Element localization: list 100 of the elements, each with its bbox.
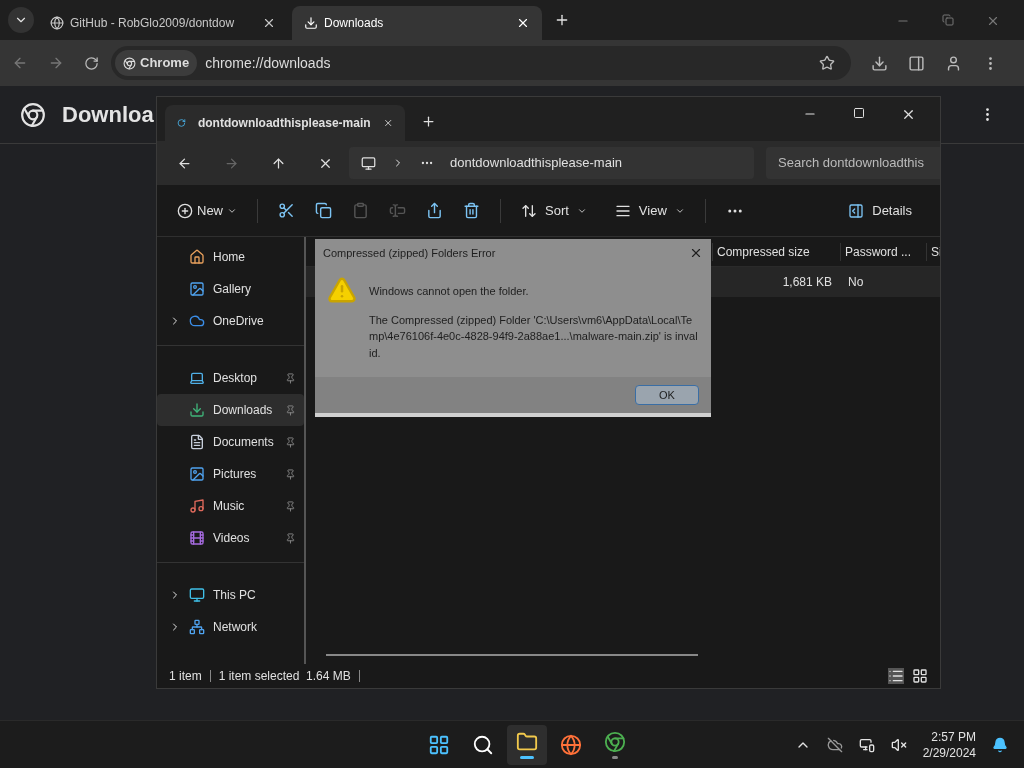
sidebar-label: Home: [213, 249, 246, 266]
explorer-tab[interactable]: dontdownloadthisplease-main: [165, 105, 405, 141]
video-icon: [189, 530, 205, 546]
details-button[interactable]: Details: [848, 200, 912, 221]
dialog-detail: The Compressed (zipped) Folder 'C:\Users\vm6\AppData\Local\Temp\4e76106f-4e0c-4828-94f9-2a88ae1...\malware-main.zip' is invalid.: [369, 312, 699, 361]
sidebar-label: Pictures: [213, 466, 258, 483]
status-text: 1 item: [169, 668, 202, 685]
sidebar-item[interactable]: Documents: [157, 426, 304, 458]
bell-icon[interactable]: [992, 736, 1008, 753]
cloud-icon: [189, 313, 205, 329]
tab-search-button[interactable]: [8, 7, 34, 33]
sidebar-item[interactable]: Downloads: [157, 394, 304, 426]
sidebar-label: This PC: [213, 587, 257, 604]
breadcrumb-item[interactable]: dontdownloadthisplease-main: [450, 153, 622, 173]
new-tab-icon[interactable]: [421, 114, 436, 129]
sidebar-item[interactable]: Home: [157, 241, 304, 273]
desktop-icon: [189, 370, 205, 386]
clock-time: 2:57 PM: [931, 728, 976, 745]
column-header[interactable]: Password ...: [840, 242, 926, 261]
address-bar[interactable]: dontdownloadthisplease-main: [349, 147, 754, 179]
close-icon[interactable]: [262, 16, 276, 30]
close-icon[interactable]: [901, 107, 916, 122]
network-icon[interactable]: [858, 736, 875, 753]
monitor-icon: [189, 587, 205, 603]
plus-circle-icon: [177, 202, 193, 219]
cut-icon[interactable]: [278, 202, 295, 219]
restore-icon[interactable]: [942, 14, 954, 26]
url-text: chrome://downloads: [205, 53, 331, 73]
details-view-icon[interactable]: [888, 668, 904, 684]
profile-icon[interactable]: [945, 54, 962, 72]
close-icon[interactable]: [516, 16, 530, 30]
sort-button[interactable]: Sort: [521, 200, 587, 221]
sidebar-item[interactable]: This PC: [157, 579, 304, 611]
picture-icon: [189, 466, 205, 482]
browser-icon: [604, 730, 627, 753]
view-button[interactable]: View: [614, 200, 685, 221]
sidebar-label: Gallery: [213, 281, 252, 298]
site-icon: [50, 16, 64, 30]
close-icon[interactable]: [689, 246, 703, 260]
sidebar-item[interactable]: Music: [157, 490, 304, 522]
browser-tab[interactable]: Downloads: [292, 6, 542, 40]
document-icon: [189, 434, 205, 450]
copy-icon[interactable]: [315, 202, 332, 219]
cloud-off-icon[interactable]: [826, 736, 843, 753]
page-title: Downloa: [62, 101, 154, 129]
sidebar-label: Documents: [213, 434, 275, 451]
share-icon[interactable]: [426, 202, 443, 219]
sidebar-label: OneDrive: [213, 313, 265, 330]
status-text: 1 item selected 1.64 MB: [218, 668, 351, 685]
side-panel-icon[interactable]: [908, 54, 925, 72]
network-icon: [189, 619, 205, 635]
taskbar-button[interactable]: [507, 724, 548, 765]
address-bar[interactable]: Chrome chrome://downloads: [111, 46, 851, 80]
sidebar-label: Downloads: [213, 402, 274, 419]
warning-icon: [327, 275, 357, 305]
sidebar-item[interactable]: Desktop: [157, 362, 304, 394]
sidebar-item[interactable]: Videos: [157, 522, 304, 554]
tab-title: Downloads: [324, 15, 385, 32]
sidebar-label: Videos: [213, 530, 251, 547]
sidebar-label: Network: [213, 619, 258, 636]
music-icon: [189, 498, 205, 514]
globe-icon: [560, 733, 583, 756]
column-header[interactable]: Si: [926, 242, 940, 261]
reload-icon[interactable]: [84, 55, 99, 71]
bookmark-star-icon[interactable]: [819, 55, 835, 71]
mute-icon[interactable]: [890, 736, 907, 753]
clock[interactable]: 2:57 PM 2/29/2024: [922, 728, 976, 761]
loading-icon: [177, 117, 186, 129]
home-icon: [189, 249, 205, 265]
dialog-title: Compressed (zipped) Folders Error: [323, 245, 497, 261]
maximize-icon[interactable]: [853, 107, 865, 119]
sidebar-item[interactable]: OneDrive: [157, 305, 304, 337]
tiles-view-icon[interactable]: [912, 668, 928, 684]
new-tab-icon[interactable]: [554, 12, 570, 28]
scrollbar[interactable]: [326, 654, 698, 656]
search-field[interactable]: Search dontdownloadthis: [766, 147, 940, 179]
new-button[interactable]: New: [177, 200, 237, 221]
browser-tab[interactable]: GitHub - RobGlo2009/dontdow: [38, 6, 288, 40]
sidebar-item[interactable]: Pictures: [157, 458, 304, 490]
up-icon[interactable]: [271, 155, 286, 171]
forward-icon[interactable]: [48, 55, 64, 71]
forward-icon[interactable]: [224, 155, 239, 171]
tab-title: GitHub - RobGlo2009/dontdow: [70, 15, 236, 32]
panel-icon: [848, 202, 865, 219]
sidebar-label: Desktop: [213, 370, 259, 387]
sidebar-item[interactable]: Gallery: [157, 273, 304, 305]
downloads-icon[interactable]: [871, 54, 888, 72]
site-chip: Chrome: [115, 50, 198, 76]
picture-icon: [189, 281, 205, 297]
browser-logo-icon: [123, 56, 136, 70]
monitor-icon: [361, 155, 376, 171]
back-icon[interactable]: [177, 155, 192, 171]
delete-icon[interactable]: [463, 202, 480, 219]
download-icon: [189, 402, 205, 418]
sidebar-item[interactable]: Network: [157, 611, 304, 643]
search-icon: [472, 733, 495, 756]
ok-button[interactable]: OK: [635, 385, 699, 405]
browser-logo-icon: [20, 101, 46, 128]
column-header[interactable]: Compressed size: [712, 242, 840, 261]
clock-date: 2/29/2024: [922, 744, 976, 761]
